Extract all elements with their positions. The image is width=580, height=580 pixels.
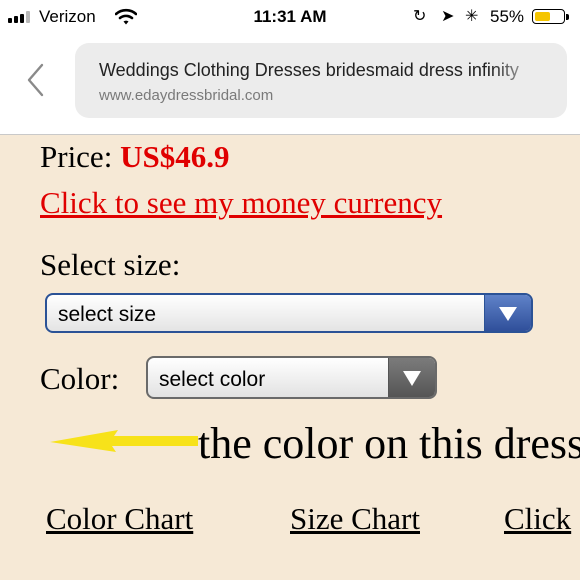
battery-cap	[566, 14, 569, 20]
color-note: the color on this dress	[198, 419, 580, 468]
location-arrow-icon: ➤	[441, 8, 455, 25]
battery-percentage: 55%	[490, 7, 525, 26]
status-bar: Verizon 11:31 AM ↻ ➤ ✳ 55%	[0, 0, 580, 34]
chevron-left-icon[interactable]	[22, 60, 52, 100]
page-url: www.edaydressbridal.com	[99, 87, 274, 104]
color-dropdown-button[interactable]	[388, 358, 435, 397]
size-select-value: select size	[58, 303, 157, 326]
color-select[interactable]: select color	[146, 356, 437, 399]
price-row: Price: US$46.9	[40, 139, 229, 175]
chart-links: Color Chart Size Chart Click	[0, 501, 580, 551]
color-select-value: select color	[159, 368, 266, 391]
price-label: Price:	[40, 139, 113, 174]
browser-header: Weddings Clothing Dresses bridesmaid dre…	[0, 34, 580, 135]
click-link[interactable]: Click	[504, 501, 571, 537]
address-bar[interactable]: Weddings Clothing Dresses bridesmaid dre…	[75, 43, 567, 118]
size-select[interactable]: select size	[45, 293, 533, 333]
orientation-lock-icon: ↻	[413, 8, 427, 25]
color-label: Color:	[40, 361, 120, 396]
bluetooth-icon: ✳	[465, 8, 479, 25]
currency-link[interactable]: Click to see my money currency	[40, 185, 442, 221]
price-value: US$46.9	[120, 139, 230, 174]
battery-icon	[532, 9, 565, 24]
size-dropdown-button[interactable]	[484, 295, 531, 331]
product-content: Price: US$46.9 Click to see my money cur…	[0, 135, 580, 580]
page-title: Weddings Clothing Dresses bridesmaid dre…	[99, 60, 519, 80]
triangle-down-icon	[403, 371, 421, 386]
size-chart-link[interactable]: Size Chart	[290, 501, 420, 537]
arrow-left-icon	[50, 430, 198, 452]
size-label: Select size:	[40, 247, 181, 282]
triangle-down-icon	[499, 307, 517, 321]
color-chart-link[interactable]: Color Chart	[46, 501, 193, 537]
